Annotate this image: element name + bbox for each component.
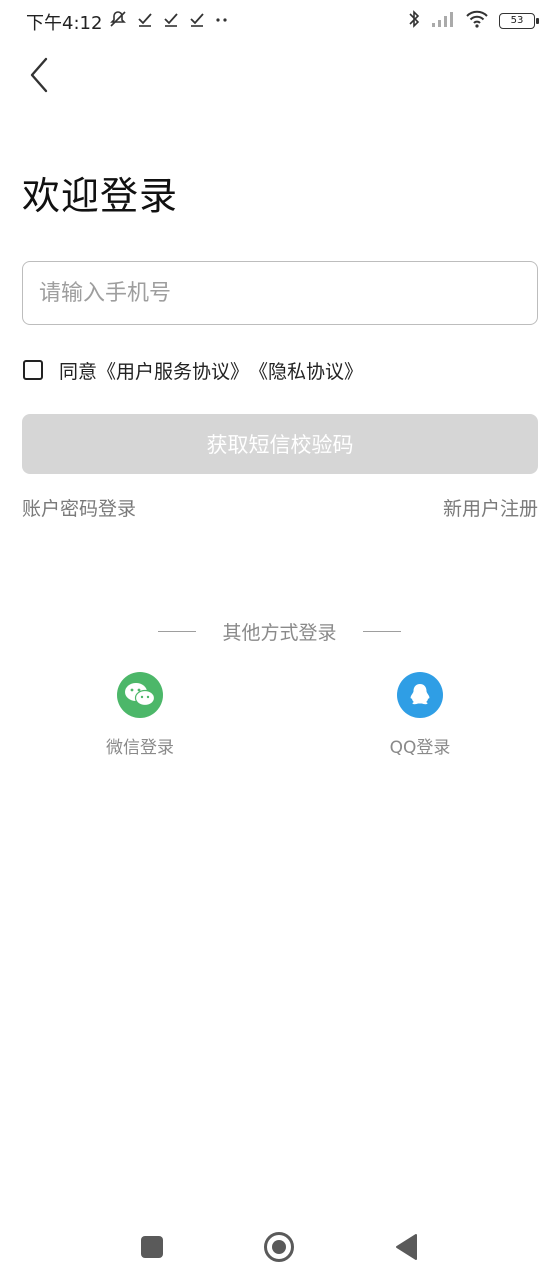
phone-input[interactable] bbox=[22, 261, 538, 325]
privacy-policy-link[interactable]: 《隐私协议》 bbox=[249, 357, 363, 384]
more-dots-icon bbox=[214, 10, 230, 34]
back-icon bbox=[396, 1234, 417, 1260]
check-icon bbox=[162, 10, 180, 34]
status-notification-icons bbox=[108, 9, 230, 35]
qq-login-button[interactable]: QQ登录 bbox=[360, 672, 480, 758]
wifi-icon bbox=[465, 9, 489, 33]
home-icon bbox=[264, 1232, 294, 1262]
register-link[interactable]: 新用户注册 bbox=[443, 494, 538, 521]
home-button[interactable] bbox=[262, 1230, 296, 1264]
system-back-button[interactable] bbox=[389, 1230, 423, 1264]
signal-icon bbox=[431, 10, 455, 32]
recent-apps-icon bbox=[141, 1236, 163, 1258]
bluetooth-icon bbox=[407, 9, 421, 33]
check-icon bbox=[136, 10, 154, 34]
back-arrow-icon bbox=[30, 57, 48, 93]
user-agreement-link[interactable]: 《用户服务协议》 bbox=[97, 357, 249, 384]
qq-login-label: QQ登录 bbox=[389, 738, 451, 758]
qq-icon bbox=[397, 672, 443, 718]
agreement-prefix: 同意 bbox=[59, 360, 98, 383]
back-button[interactable] bbox=[18, 52, 58, 98]
get-sms-code-button[interactable]: 获取短信校验码 bbox=[22, 414, 538, 474]
other-login-divider: 其他方式登录 bbox=[0, 618, 559, 644]
battery-level: 53 bbox=[510, 15, 524, 26]
recent-apps-button[interactable] bbox=[135, 1230, 169, 1264]
check-icon bbox=[188, 10, 206, 34]
divider-line bbox=[158, 630, 197, 632]
wechat-icon bbox=[117, 672, 163, 718]
password-login-link[interactable]: 账户密码登录 bbox=[22, 494, 136, 521]
mute-icon bbox=[108, 9, 128, 35]
agreement-checkbox[interactable] bbox=[23, 360, 43, 380]
status-system-icons: 53 bbox=[407, 9, 539, 33]
wechat-login-label: 微信登录 bbox=[106, 738, 174, 758]
page-title: 欢迎登录 bbox=[22, 174, 179, 218]
wechat-login-button[interactable]: 微信登录 bbox=[80, 672, 200, 758]
system-nav-bar bbox=[0, 1210, 559, 1280]
battery-icon: 53 bbox=[499, 13, 539, 29]
divider-line bbox=[362, 630, 401, 632]
agreement-row: 同意 《用户服务协议》 《隐私协议》 bbox=[23, 357, 363, 383]
status-bar: 下午4:12 53 bbox=[0, 0, 559, 42]
other-login-label: 其他方式登录 bbox=[222, 621, 337, 644]
status-time: 下午4:12 bbox=[26, 13, 103, 34]
